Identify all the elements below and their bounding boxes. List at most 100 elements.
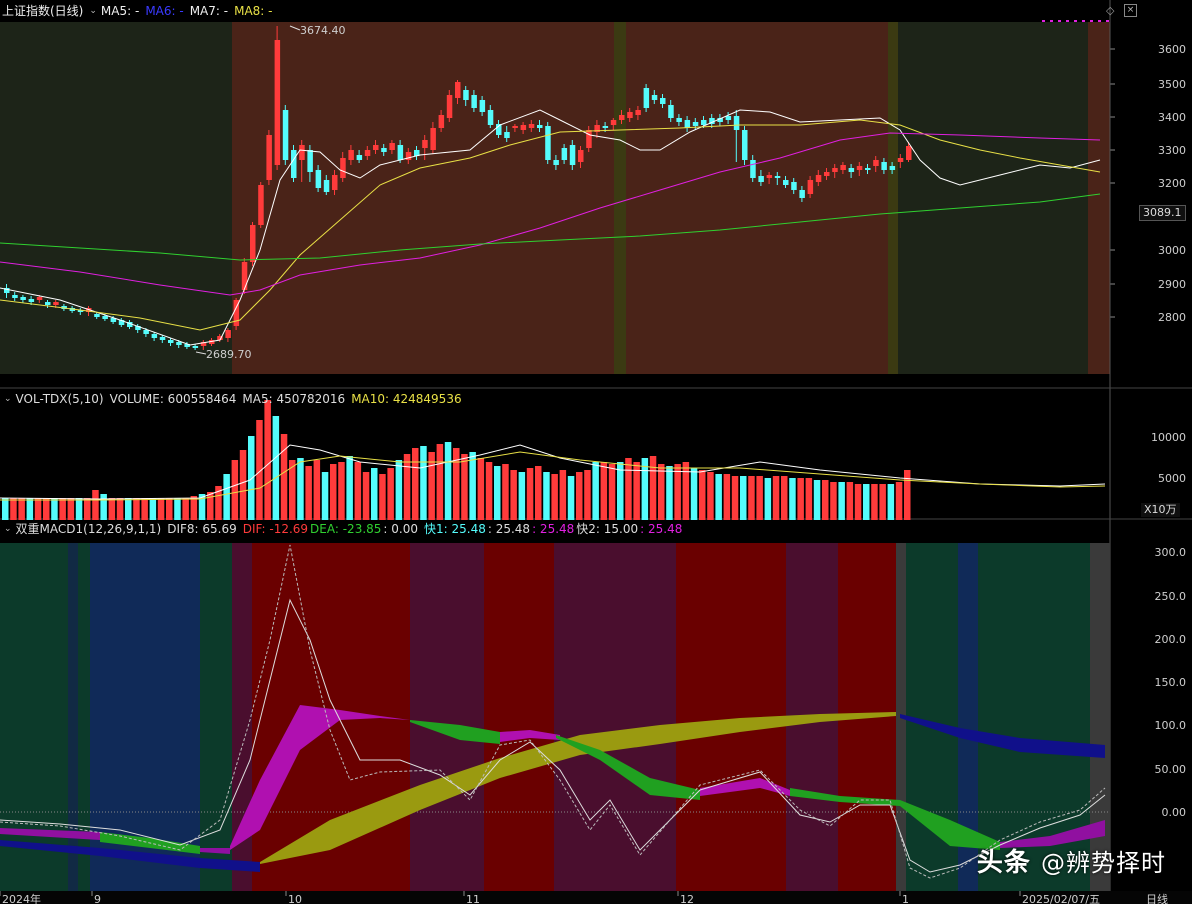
candle-body <box>643 88 650 108</box>
volume-bar <box>272 416 280 520</box>
candle-body <box>561 148 568 160</box>
candle-body <box>824 172 830 176</box>
candle-body <box>832 168 838 172</box>
dea-value: DEA: -23.85 <box>310 522 382 536</box>
chevron-down-icon[interactable]: ⌄ <box>89 2 97 20</box>
chevron-down-icon[interactable]: ⌄ <box>4 520 12 538</box>
price-tick-label: 3400 <box>1158 111 1186 124</box>
close-icon[interactable]: × <box>1124 4 1137 17</box>
chart-canvas[interactable]: 3600 3500 3400 3300 3200 3000 2900 2800 3674.40 2… <box>0 0 1192 904</box>
candle-body <box>102 316 108 319</box>
macd-tick-label: 0.00 <box>1162 806 1187 819</box>
candle-body <box>791 182 797 190</box>
candle-body <box>463 90 469 100</box>
volume-bar <box>895 482 903 520</box>
watermark: 头条 @辨势择时 <box>977 842 1166 879</box>
candle-body <box>889 166 896 170</box>
candle-body <box>299 145 305 160</box>
volume-value: VOLUME: 600558464 <box>109 392 237 406</box>
volume-bar <box>863 484 870 520</box>
ma6-value: MA6: - <box>145 4 184 18</box>
volume-bar <box>649 456 657 520</box>
volume-bar <box>805 478 813 520</box>
date-label: 10 <box>288 893 302 904</box>
volume-bar <box>461 454 468 520</box>
watermark-handle: @辨势择时 <box>1041 849 1166 877</box>
candle-body <box>176 342 182 345</box>
volume-bar <box>92 490 99 520</box>
candle-body <box>602 126 609 128</box>
candle-body <box>12 295 18 298</box>
volume-bar <box>510 470 517 520</box>
magenta-dotted-marker <box>1042 20 1110 22</box>
volume-bar <box>666 466 673 520</box>
volume-bar <box>362 472 370 520</box>
volume-bar <box>764 478 772 520</box>
candle-body <box>545 126 551 160</box>
vol-tick-label: 5000 <box>1158 472 1186 485</box>
candle-body <box>807 180 814 194</box>
volume-bar <box>887 484 895 520</box>
candle-body <box>569 145 576 165</box>
volume-bar <box>182 498 189 520</box>
candle-body <box>250 225 256 262</box>
volume-bar <box>59 498 66 520</box>
price-tick-label: 3000 <box>1158 244 1186 257</box>
candle-body <box>315 170 322 188</box>
volume-bar <box>223 474 230 520</box>
macd-bg-band <box>1090 543 1110 891</box>
volume-bar <box>166 498 173 520</box>
candle-body <box>225 330 231 338</box>
macd-tick-label: 250.0 <box>1155 590 1187 603</box>
candle-body <box>520 125 527 130</box>
volume-bar <box>26 498 34 520</box>
macd-indicator-name: 双重MACD1(12,26,9,1,1) <box>15 522 162 536</box>
volume-bar <box>559 470 567 520</box>
volume-bar <box>584 470 591 520</box>
date-label: 1 <box>902 893 909 904</box>
volume-bar <box>75 498 83 520</box>
candle-body <box>668 105 674 118</box>
main-bg-red-band <box>1088 22 1110 374</box>
volume-bar <box>526 468 534 520</box>
volume-bar <box>125 498 132 520</box>
volume-bar <box>305 466 312 520</box>
volume-bar <box>641 458 649 520</box>
candle-body <box>660 98 666 104</box>
chevron-down-icon[interactable]: ⌄ <box>4 390 12 408</box>
candle-body <box>766 175 773 178</box>
candle-body <box>446 95 453 118</box>
volume-bar <box>543 472 550 520</box>
volume-bar <box>789 478 796 520</box>
volume-bar <box>715 474 722 520</box>
candle-body <box>94 314 100 317</box>
main-bg-red-band <box>232 22 614 374</box>
volume-bar <box>608 464 616 520</box>
candle-body <box>45 302 51 305</box>
high-price-label: 3674.40 <box>300 24 346 37</box>
volume-bar <box>346 456 353 520</box>
diamond-icon[interactable]: ◇ <box>1106 4 1114 17</box>
candle-body <box>684 120 691 128</box>
volume-bar <box>297 458 304 520</box>
candle-body <box>799 190 805 198</box>
volume-bar <box>190 496 198 520</box>
volume-bar <box>141 498 148 520</box>
candle-body <box>528 124 535 128</box>
candle-body <box>143 330 149 334</box>
volume-bar <box>854 484 862 520</box>
volume-bar <box>502 464 509 520</box>
macd-bg-band <box>484 543 554 891</box>
candle-body <box>422 140 428 148</box>
volume-bar <box>67 498 75 520</box>
dif-value: DIF: -12.69 <box>242 522 309 536</box>
candle-body <box>53 302 59 305</box>
volume-bar <box>387 468 394 520</box>
volume-bar <box>321 472 329 520</box>
candle-body <box>266 135 272 180</box>
volume-bar <box>51 498 58 520</box>
volume-bar <box>772 476 780 520</box>
volume-bar <box>682 462 690 520</box>
candle-body <box>692 122 699 126</box>
volume-bar <box>116 498 124 520</box>
